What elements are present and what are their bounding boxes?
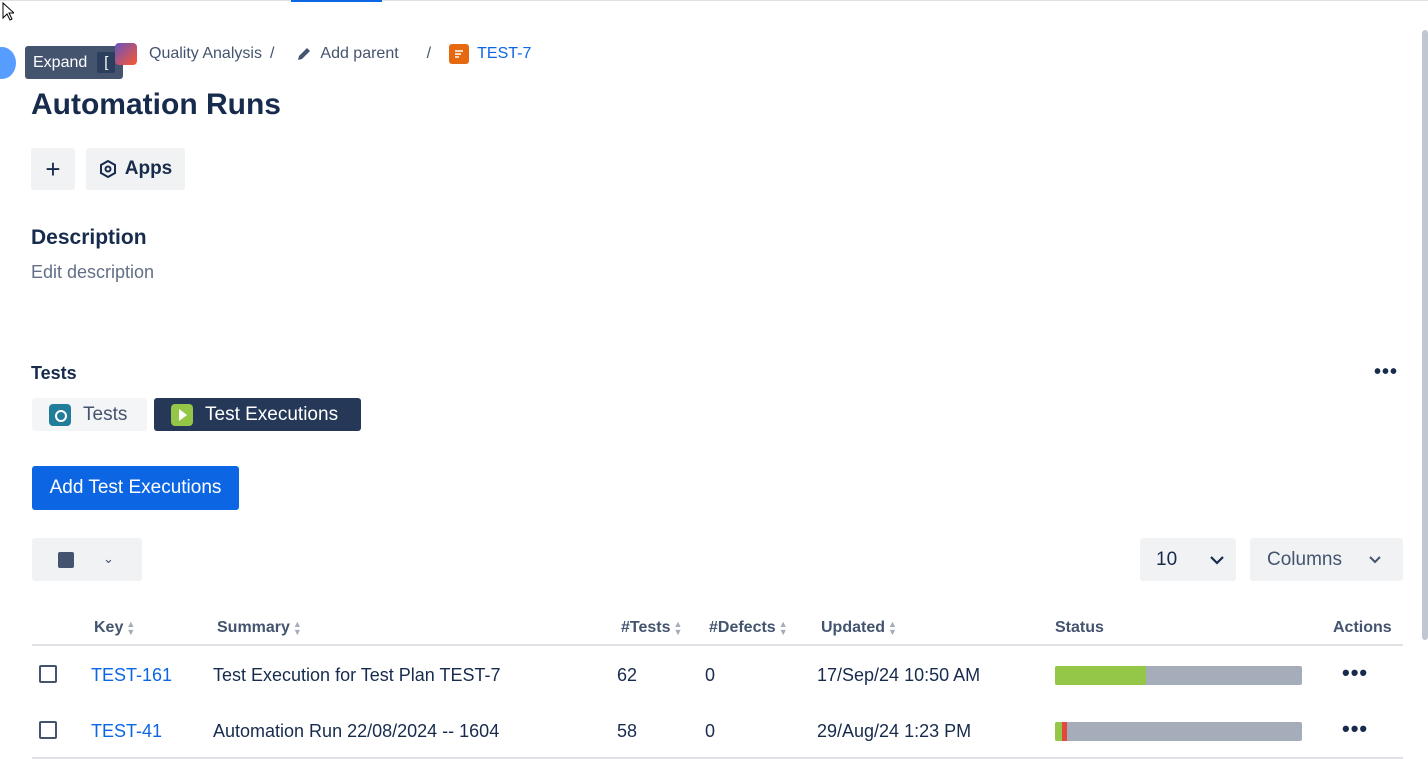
column-label: Summary [217,619,290,636]
breadcrumb: Quality Analysis / Add parent / TEST-7 [115,42,531,66]
tests-heading: Tests [31,363,77,383]
column-header-key[interactable]: Key ▲ ▼ [94,619,135,637]
tab-tests-label: Tests [83,403,128,425]
column-header-actions: Actions [1333,619,1392,637]
row-actions-icon[interactable]: ••• [1342,716,1368,742]
breadcrumb-project-label[interactable]: Quality Analysis [149,45,262,63]
chevron-down-icon [1369,555,1381,563]
page-size-select[interactable]: 10 [1140,538,1236,581]
table-header: Key ▲ ▼ Summary ▲ ▼ #Tests ▲ ▼ #Defects ▲ ▼ Upda… [32,610,1403,646]
chevron-down-icon: ⌄ [103,551,114,566]
column-header-tests[interactable]: #Tests ▲ ▼ [621,619,682,637]
status-progress-bar[interactable] [1055,722,1302,741]
breadcrumb-issue[interactable]: TEST-7 [449,44,531,64]
task-icon [449,44,470,64]
tests-count-cell: 62 [617,665,638,685]
description-editor[interactable]: Edit description [31,262,154,283]
breadcrumb-separator: / [426,45,432,62]
row-checkbox[interactable] [39,665,57,683]
columns-label: Columns [1267,548,1342,570]
page-scrollbar[interactable] [1422,30,1428,640]
column-label: Key [94,619,124,636]
add-test-executions-button[interactable]: Add Test Executions [32,466,239,510]
add-button[interactable]: + [31,148,75,190]
expand-tooltip: Expand [ [25,46,124,79]
pencil-icon [298,48,311,60]
sort-icon: ▲ ▼ [888,619,897,637]
apps-hexagon-icon [99,160,116,178]
row-checkbox[interactable] [39,721,57,739]
breadcrumb-issue-key[interactable]: TEST-7 [477,45,531,63]
issue-key-link[interactable]: TEST-161 [91,665,172,686]
project-icon [115,43,137,65]
column-header-defects[interactable]: #Defects ▲ ▼ [709,619,788,637]
more-options-icon[interactable]: ••• [1374,360,1398,384]
apps-label: Apps [124,158,173,179]
test-executions-table: Key ▲ ▼ Summary ▲ ▼ #Tests ▲ ▼ #Defects ▲ ▼ Upda… [32,610,1403,759]
defects-count-cell: 0 [705,721,716,741]
column-label: #Tests [621,619,671,636]
table-row: TEST-161 Test Execution for Test Plan TE… [32,646,1403,702]
column-header-updated[interactable]: Updated ▲ ▼ [821,619,897,637]
status-fail-segment [1062,722,1068,741]
tab-test-executions[interactable]: Test Executions [154,398,361,431]
column-label: Actions [1333,619,1392,636]
status-pass-segment [1055,666,1147,685]
top-border [0,0,1428,1]
apps-button[interactable]: Apps [86,148,185,190]
breadcrumb-project[interactable]: Quality Analysis [149,45,262,63]
tests-count-cell: 58 [617,721,638,741]
column-header-summary[interactable]: Summary ▲ ▼ [217,619,302,637]
select-all-checkbox-icon[interactable] [58,552,74,568]
active-tab-indicator [291,0,382,2]
columns-select[interactable]: Columns [1250,538,1403,581]
sort-icon: ▲ ▼ [778,619,788,637]
tooltip-shortcut: [ [97,52,116,73]
column-label: Updated [821,619,885,636]
status-progress-bar[interactable] [1055,666,1302,685]
updated-cell: 17/Sep/24 10:50 AM [817,665,981,685]
sort-icon: ▲ ▼ [126,619,136,637]
add-parent-label[interactable]: Add parent [320,45,398,63]
bulk-select-dropdown[interactable]: ⌄ [32,538,142,581]
issue-key-link[interactable]: TEST-41 [91,721,162,742]
tab-test-executions-label: Test Executions [205,403,339,425]
page-size-value: 10 [1156,548,1178,570]
updated-cell: 29/Aug/24 1:23 PM [817,721,972,741]
tooltip-label: Expand [33,53,88,71]
column-label: Status [1055,619,1104,636]
summary-cell: Test Execution for Test Plan TEST-7 [213,665,501,685]
status-pass-segment [1055,722,1063,741]
tab-tests[interactable]: Tests [32,398,147,431]
plus-icon: + [45,153,61,184]
defects-count-cell: 0 [705,665,716,685]
summary-cell: Automation Run 22/08/2024 -- 1604 [213,721,500,741]
add-parent-link[interactable]: Add parent [296,45,399,63]
description-heading: Description [31,226,147,249]
test-execution-icon [171,403,193,426]
column-header-status: Status [1055,619,1104,637]
tests-icon [49,403,71,426]
sort-icon: ▲ ▼ [292,619,302,637]
row-actions-icon[interactable]: ••• [1342,660,1368,686]
table-row: TEST-41 Automation Run 22/08/2024 -- 160… [32,702,1403,759]
column-label: #Defects [709,619,776,636]
chevron-down-icon [1210,555,1224,565]
sidebar-expand-handle[interactable] [0,47,16,79]
breadcrumb-separator: / [269,45,275,62]
sort-icon: ▲ ▼ [673,619,683,637]
page-title[interactable]: Automation Runs [31,88,281,122]
mouse-cursor-icon [2,2,14,21]
